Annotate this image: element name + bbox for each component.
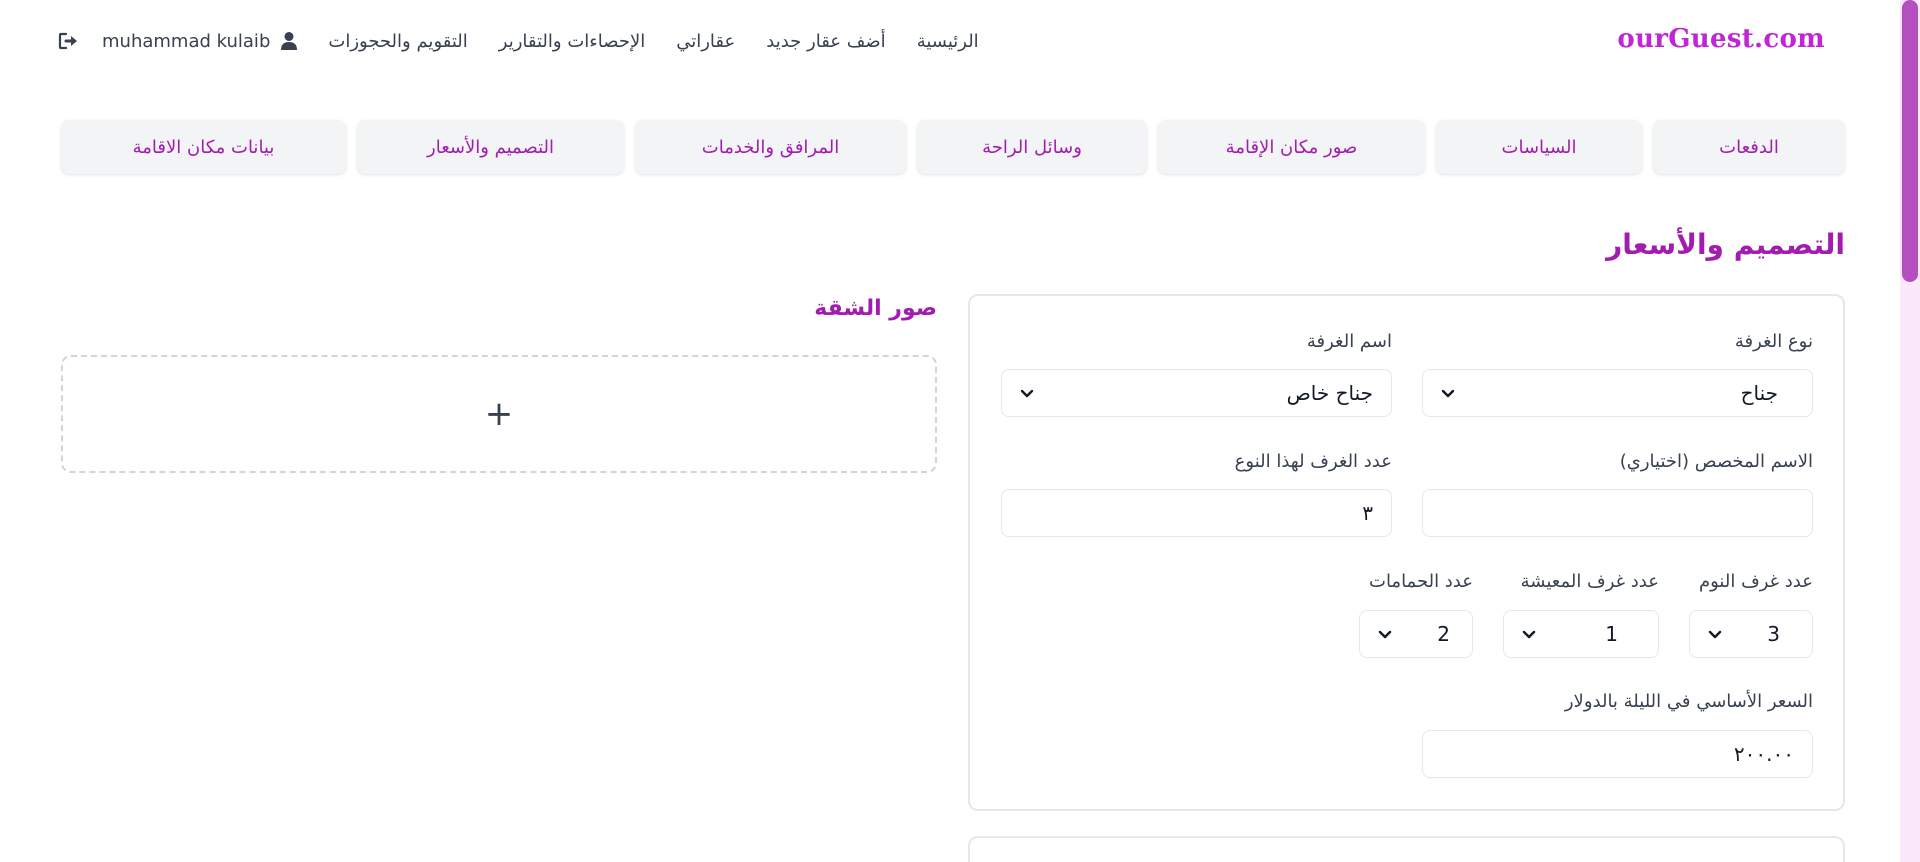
chevron-down-icon: [1522, 630, 1536, 639]
plus-icon: +: [484, 394, 514, 434]
photo-upload-dropzone[interactable]: +: [61, 355, 937, 473]
user-name: muhammad kulaib: [102, 30, 271, 52]
nav-add-property[interactable]: أضف عقار جديد: [766, 31, 885, 52]
chevron-down-icon: [1441, 389, 1455, 398]
living-rooms-select[interactable]: 1: [1503, 610, 1659, 658]
user-icon: [280, 31, 298, 51]
nav-stats[interactable]: الإحصاءات والتقارير: [499, 31, 645, 52]
page-title: التصميم والأسعار: [1606, 228, 1845, 261]
tab-amenities[interactable]: وسائل الراحة: [917, 120, 1147, 174]
top-navigation: muhammad kulaib التقويم والحجوزات الإحصا…: [0, 0, 1900, 84]
chevron-down-icon: [1020, 389, 1034, 398]
step-tabs: بيانات مكان الاقامة التصميم والأسعار الم…: [61, 120, 1846, 174]
nav-my-properties[interactable]: عقاراتي: [676, 31, 735, 52]
bedrooms-select[interactable]: 3: [1689, 610, 1813, 658]
room-name-select[interactable]: جناح خاص: [1001, 369, 1392, 417]
living-rooms-label: عدد غرف المعيشة: [1520, 571, 1659, 592]
bathrooms-value: 2: [1437, 622, 1450, 646]
room-type-value: جناح: [1740, 381, 1778, 405]
tab-facilities[interactable]: المرافق والخدمات: [635, 120, 906, 174]
nav-home[interactable]: الرئيسية: [917, 31, 979, 52]
tab-photos[interactable]: صور مكان الإقامة: [1158, 120, 1425, 174]
tab-payments[interactable]: الدفعات: [1653, 120, 1845, 174]
room-type-select[interactable]: جناح: [1422, 369, 1813, 417]
chevron-down-icon: [1708, 630, 1722, 639]
bedrooms-value: 3: [1767, 622, 1780, 646]
bedrooms-label: عدد غرف النوم: [1698, 571, 1813, 592]
base-price-input[interactable]: ٢٠٠.٠٠: [1422, 730, 1813, 778]
room-count-value: ٣: [1362, 501, 1373, 525]
nav-links: muhammad kulaib التقويم والحجوزات الإحصا…: [58, 26, 979, 56]
room-name-value: جناح خاص: [1286, 381, 1373, 405]
chevron-down-icon: [1378, 630, 1392, 639]
apartment-photos-title: صور الشقة: [814, 296, 937, 321]
room-count-input[interactable]: ٣: [1001, 489, 1392, 537]
tab-property-info[interactable]: بيانات مكان الاقامة: [61, 120, 346, 174]
scrollbar-thumb[interactable]: [1902, 0, 1918, 282]
room-type-label: نوع الغرفة: [1734, 331, 1813, 352]
page-scrollbar[interactable]: [1900, 0, 1920, 862]
custom-name-input[interactable]: [1422, 489, 1813, 537]
bathrooms-select[interactable]: 2: [1359, 610, 1473, 658]
brand-logo[interactable]: ourGuest.com: [1617, 24, 1825, 54]
room-name-label: اسم الغرفة: [1306, 331, 1392, 352]
bathrooms-label: عدد الحمامات: [1369, 571, 1473, 592]
next-card: [968, 836, 1845, 862]
logout-icon[interactable]: [58, 31, 80, 51]
room-count-label: عدد الغرف لهذا النوع: [1234, 451, 1392, 472]
tab-policies[interactable]: السياسات: [1436, 120, 1642, 174]
nav-calendar[interactable]: التقويم والحجوزات: [328, 31, 467, 52]
base-price-label: السعر الأساسي في الليلة بالدولار: [1564, 691, 1813, 712]
custom-name-label: الاسم المخصص (اختياري): [1619, 451, 1813, 472]
tab-design-pricing[interactable]: التصميم والأسعار: [357, 120, 624, 174]
user-menu[interactable]: muhammad kulaib: [102, 31, 298, 52]
room-form-card: نوع الغرفة جناح اسم الغرفة جناح خاص الاس…: [968, 294, 1845, 811]
base-price-value: ٢٠٠.٠٠: [1733, 742, 1794, 766]
living-rooms-value: 1: [1605, 622, 1618, 646]
